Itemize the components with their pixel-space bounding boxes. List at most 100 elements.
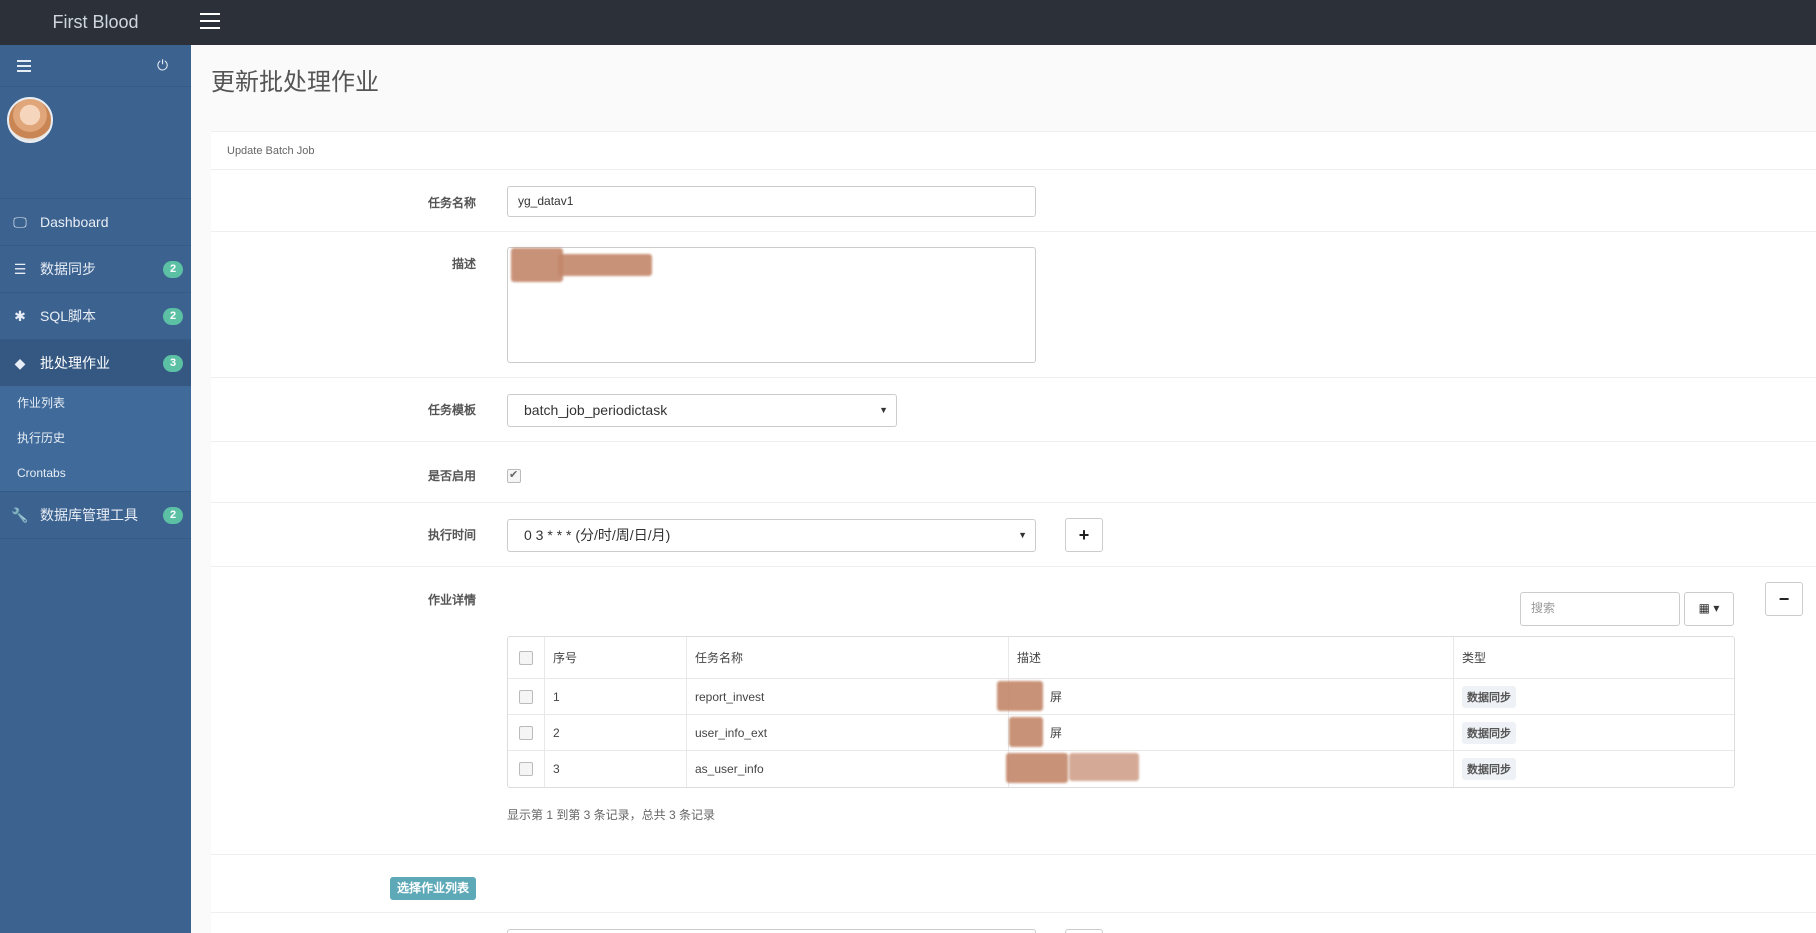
page-title: 更新批处理作业 <box>211 69 379 96</box>
description-suffix: 屏 <box>1050 690 1063 704</box>
table-search-input[interactable]: 搜索 <box>1520 592 1680 626</box>
sidebar-item-label: 数据库管理工具 <box>40 507 138 523</box>
row-separator <box>211 854 1816 855</box>
power-icon[interactable]: ⏻ <box>157 57 168 74</box>
cell-type: 数据同步 <box>1453 715 1736 750</box>
header-cell[interactable]: 序号 <box>544 637 686 678</box>
cell-name: as_user_info <box>686 751 1008 787</box>
row-separator <box>211 441 1816 442</box>
table-summary: 显示第 1 到第 3 条记录，总共 3 条记录 <box>507 808 716 822</box>
count-badge: 2 <box>163 261 183 278</box>
row-checkbox[interactable] <box>519 725 533 740</box>
select-all-checkbox[interactable] <box>519 650 533 665</box>
next-field-input[interactable] <box>507 929 1036 933</box>
caret-down-icon: ▼ <box>1018 530 1027 540</box>
count-badge: 3 <box>163 355 183 372</box>
sidebar-item-label: 数据同步 <box>40 261 96 277</box>
table-row[interactable]: 1 report_invest 屏 数据同步 <box>508 679 1734 715</box>
header-cell-select <box>508 637 544 678</box>
add-schedule-button[interactable]: + <box>1065 518 1103 552</box>
form-panel: Update Batch Job 任务名称 yg_datav1 描述 任务模板 … <box>211 131 1816 933</box>
cell-index: 1 <box>544 679 686 714</box>
row-separator <box>211 912 1816 913</box>
cell-index: 2 <box>544 715 686 750</box>
row-separator <box>211 566 1816 567</box>
name-input[interactable]: yg_datav1 <box>507 186 1036 217</box>
row-select-cell <box>508 679 544 714</box>
sidebar-item-batch-jobs[interactable]: ◆ 批处理作业 3 <box>0 340 191 386</box>
divider <box>0 538 191 539</box>
type-tag: 数据同步 <box>1462 758 1516 780</box>
field-label-schedule: 执行时间 <box>427 528 476 542</box>
list-icon[interactable] <box>17 60 31 75</box>
submenu-job-list[interactable]: 作业列表 <box>0 386 191 421</box>
submenu-crontabs[interactable]: Crontabs <box>0 456 191 491</box>
caret-down-icon: ▼ <box>879 405 888 415</box>
monitor-icon: 🖵 <box>13 214 27 230</box>
type-tag: 数据同步 <box>1462 721 1516 744</box>
field-label-description: 描述 <box>451 257 476 271</box>
redacted-text <box>558 254 652 276</box>
sidebar-item-label: SQL脚本 <box>40 308 97 324</box>
row-separator <box>211 377 1816 378</box>
sidebar-item-dashboard[interactable]: 🖵 Dashboard <box>0 199 191 245</box>
row-separator <box>211 502 1816 503</box>
server-icon: ☰ <box>13 261 27 277</box>
sidebar: ⏻ 🖵 Dashboard ☰ 数据同步 2 ✱ SQL脚本 2 ◆ 批处理作业… <box>0 45 191 933</box>
tag-icon: ◆ <box>14 355 26 371</box>
next-field-button[interactable] <box>1065 929 1103 933</box>
count-badge: 2 <box>163 308 183 325</box>
cell-name: user_info_ext <box>686 715 1008 750</box>
header-cell[interactable]: 任务名称 <box>686 637 1008 678</box>
panel-heading: Update Batch Job <box>211 132 1816 170</box>
table-row[interactable]: 3 as_user_info 数据同步 <box>508 751 1734 787</box>
description-suffix: 屏 <box>1050 726 1063 740</box>
sidebar-item-label: Dashboard <box>40 214 109 230</box>
remove-button[interactable]: − <box>1765 582 1803 616</box>
cell-type: 数据同步 <box>1453 679 1736 714</box>
sidebar-item-sql-script[interactable]: ✱ SQL脚本 2 <box>0 293 191 339</box>
field-label-enabled: 是否启用 <box>427 469 476 483</box>
cell-index: 3 <box>544 751 686 787</box>
asterisk-icon: ✱ <box>14 308 26 324</box>
template-select[interactable]: batch_job_periodictask ▼ <box>507 394 897 427</box>
redacted-text <box>1009 717 1043 747</box>
schedule-select[interactable]: 0 3 * * * (分/时/周/日/月) ▼ <box>507 519 1036 552</box>
table-header-row: 序号 任务名称 描述 类型 <box>508 637 1734 679</box>
cell-type: 数据同步 <box>1453 751 1736 787</box>
submenu-execution-history[interactable]: 执行历史 <box>0 421 191 456</box>
cell-description: 屏 <box>997 679 1453 714</box>
grid-icon: ▦ ▾ <box>1698 601 1720 615</box>
menu-toggle-icon[interactable] <box>200 13 220 31</box>
jobs-table: 序号 任务名称 描述 类型 1 report_invest 屏 数据同步 2 u… <box>507 636 1735 788</box>
row-checkbox[interactable] <box>519 762 533 776</box>
schedule-select-value: 0 3 * * * (分/时/周/日/月) <box>524 527 671 543</box>
table-row[interactable]: 2 user_info_ext 屏 数据同步 <box>508 715 1734 751</box>
sidebar-item-db-tools[interactable]: 🔧 数据库管理工具 2 <box>0 492 191 538</box>
top-navbar: First Blood <box>0 0 1816 45</box>
columns-toggle-button[interactable]: ▦ ▾ <box>1684 592 1734 626</box>
template-select-value: batch_job_periodictask <box>524 402 668 418</box>
sidebar-item-label: 批处理作业 <box>40 355 110 371</box>
header-cell[interactable]: 描述 <box>1008 637 1453 678</box>
cell-description <box>1006 751 1453 787</box>
header-cell[interactable]: 类型 <box>1453 637 1736 678</box>
select-jobs-button[interactable]: 选择作业列表 <box>390 877 477 900</box>
sidebar-user <box>0 87 191 199</box>
redacted-text <box>1069 753 1139 781</box>
row-select-cell <box>508 715 544 750</box>
enabled-checkbox[interactable] <box>507 468 521 483</box>
redacted-text <box>1006 753 1068 783</box>
redacted-text <box>997 681 1043 711</box>
brand-title[interactable]: First Blood <box>0 0 191 45</box>
cell-description: 屏 <box>1008 715 1453 750</box>
sidebar-item-data-sync[interactable]: ☰ 数据同步 2 <box>0 246 191 292</box>
type-tag: 数据同步 <box>1462 685 1516 708</box>
row-checkbox[interactable] <box>519 689 533 704</box>
field-label-name: 任务名称 <box>427 196 476 210</box>
description-textarea[interactable] <box>507 247 1036 363</box>
cell-name: report_invest <box>686 679 1008 714</box>
row-separator <box>211 231 1816 232</box>
avatar[interactable] <box>7 97 53 143</box>
field-label-template: 任务模板 <box>427 403 476 417</box>
